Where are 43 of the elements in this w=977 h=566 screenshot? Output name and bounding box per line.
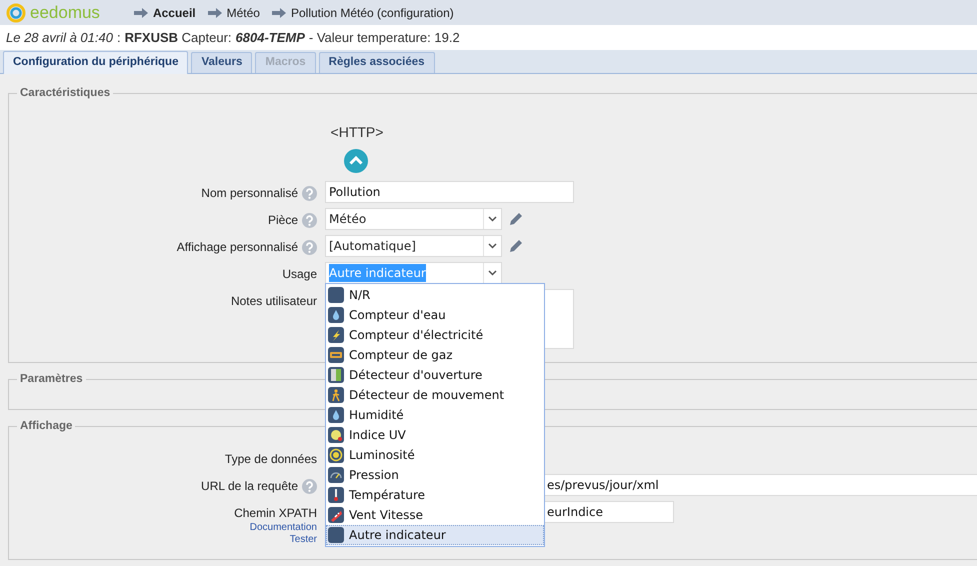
sensor-code: 6804-TEMP (236, 28, 305, 47)
logo-text: eedomus (30, 4, 100, 21)
tab: Macros (255, 52, 316, 73)
field-label: URL de la requête (201, 478, 298, 495)
breadcrumb-link[interactable]: Météo (226, 4, 260, 22)
tab[interactable]: Valeurs (191, 52, 252, 73)
status-text: RFXUSB Capteur: (124, 28, 232, 47)
device-type-title: <HTTP> (330, 123, 384, 142)
field-label: Nom personnalisé (201, 185, 298, 202)
dropdown-option[interactable]: Humidité (326, 405, 544, 425)
dropdown-option[interactable]: Température (326, 485, 544, 505)
field-label: Usage (282, 266, 317, 283)
dropdown-field[interactable]: [Automatique] (325, 235, 502, 257)
field-label: Affichage personnalisé (176, 239, 298, 256)
help-link[interactable]: Tester (290, 534, 317, 546)
status-reading: - Valeur temperature: 19.2 (308, 28, 460, 47)
dropdown-option[interactable]: Détecteur d'ouverture (326, 365, 544, 385)
dropdown-option[interactable]: Détecteur de mouvement (326, 385, 544, 405)
field-label: Pièce (268, 212, 298, 229)
tab[interactable]: Configuration du périphérique (3, 51, 188, 74)
field-label: Type de données (224, 451, 317, 468)
dropdown-option[interactable]: N/R (326, 285, 544, 305)
section-legend: Caractéristiques (17, 86, 114, 100)
dropdown-option[interactable]: Compteur de gaz (326, 345, 544, 365)
breadcrumb-link[interactable]: Accueil (152, 4, 196, 22)
section-legend: Paramètres (17, 372, 86, 386)
dropdown-option[interactable]: Pression (326, 465, 544, 485)
field-label: Chemin XPATH (234, 505, 317, 522)
section-legend: Affichage (17, 419, 76, 433)
status-date: Le 28 avril à 01:40 (6, 28, 113, 47)
dropdown-field[interactable]: Météo (325, 208, 502, 230)
breadcrumb-link[interactable]: Pollution Météo (configuration) (290, 4, 454, 22)
dropdown-option[interactable]: Compteur d'électricité (326, 325, 544, 345)
tab[interactable]: Règles associées (318, 52, 435, 73)
text-field[interactable]: Pollution (325, 181, 574, 203)
dropdown-option[interactable]: Luminosité (326, 445, 544, 465)
help-link[interactable]: Documentation (250, 522, 317, 534)
field-label: Notes utilisateur (230, 293, 317, 310)
dropdown-option[interactable]: Autre indicateur (326, 525, 544, 545)
dropdown-option[interactable]: Vent Vitesse (326, 505, 544, 525)
dropdown-option[interactable]: Indice UV (326, 425, 544, 445)
dropdown-option[interactable]: Compteur d'eau (326, 305, 544, 325)
status-separator: : (116, 28, 121, 47)
